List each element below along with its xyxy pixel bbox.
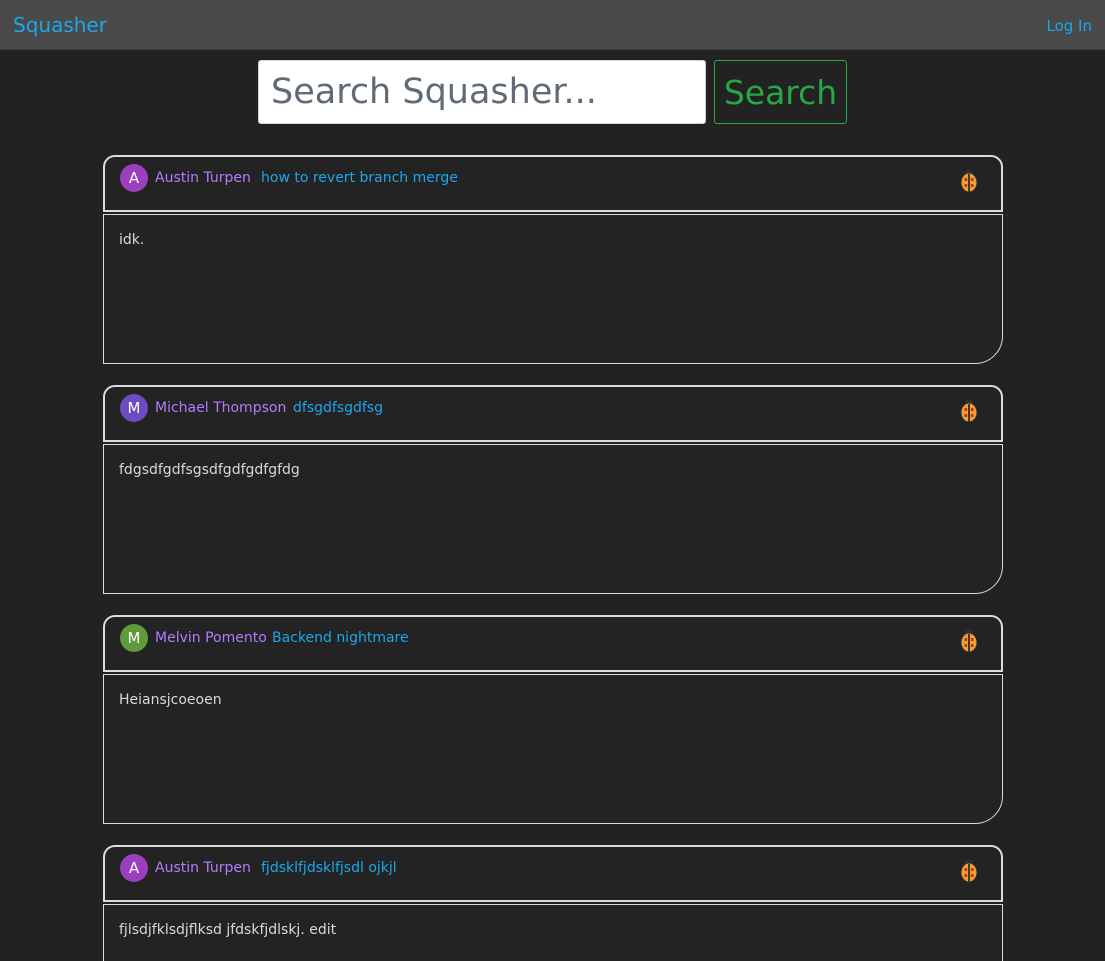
post-author[interactable]: Austin Turpen — [155, 858, 251, 878]
avatar[interactable]: M — [120, 624, 148, 652]
bug-icon[interactable] — [953, 854, 985, 886]
post-author[interactable]: Austin Turpen — [155, 168, 251, 188]
post-body: Heiansjcoeoen — [103, 674, 1003, 824]
avatar[interactable]: A — [120, 854, 148, 882]
avatar[interactable]: A — [120, 164, 148, 192]
bug-icon[interactable] — [953, 394, 985, 426]
brand-link[interactable]: Squasher — [13, 13, 107, 37]
bug-icon[interactable] — [953, 624, 985, 656]
search-button[interactable]: Search — [714, 60, 847, 124]
post-header: A Austin Turpen how to revert branch mer… — [103, 155, 1003, 212]
avatar[interactable]: M — [120, 394, 148, 422]
post-header: M Melvin Pomento Backend nightmare — [103, 615, 1003, 672]
post-body: fdgsdfgdfsgsdfgdfgdfgfdg — [103, 444, 1003, 594]
post-title[interactable]: fjdsklfjdsklfjsdl ojkjl — [261, 858, 397, 878]
post-body-text: idk. — [119, 232, 145, 248]
login-link[interactable]: Log In — [1047, 16, 1093, 36]
post-body: idk. — [103, 214, 1003, 364]
post-header: M Michael Thompson dfsgdfsgdfsg — [103, 385, 1003, 442]
post-title[interactable]: how to revert branch merge — [261, 168, 458, 188]
post-body: fjlsdjfklsdjflksd jfdskfjdlskj. edit — [103, 904, 1003, 961]
post-author[interactable]: Michael Thompson — [155, 398, 286, 418]
post-title[interactable]: dfsgdfsgdfsg — [293, 398, 383, 418]
bug-icon[interactable] — [953, 164, 985, 196]
post-header: A Austin Turpen fjdsklfjdsklfjsdl ojkjl — [103, 845, 1003, 902]
post-author[interactable]: Melvin Pomento — [155, 628, 267, 648]
navbar: Squasher Log In — [0, 0, 1105, 50]
post-body-text: fdgsdfgdfsgsdfgdfgdfgfdg — [119, 462, 300, 478]
post-body-text: Heiansjcoeoen — [119, 692, 222, 708]
search-input[interactable] — [258, 60, 706, 124]
post-body-text: fjlsdjfklsdjflksd jfdskfjdlskj. edit — [119, 922, 337, 938]
post-title[interactable]: Backend nightmare — [272, 628, 409, 648]
